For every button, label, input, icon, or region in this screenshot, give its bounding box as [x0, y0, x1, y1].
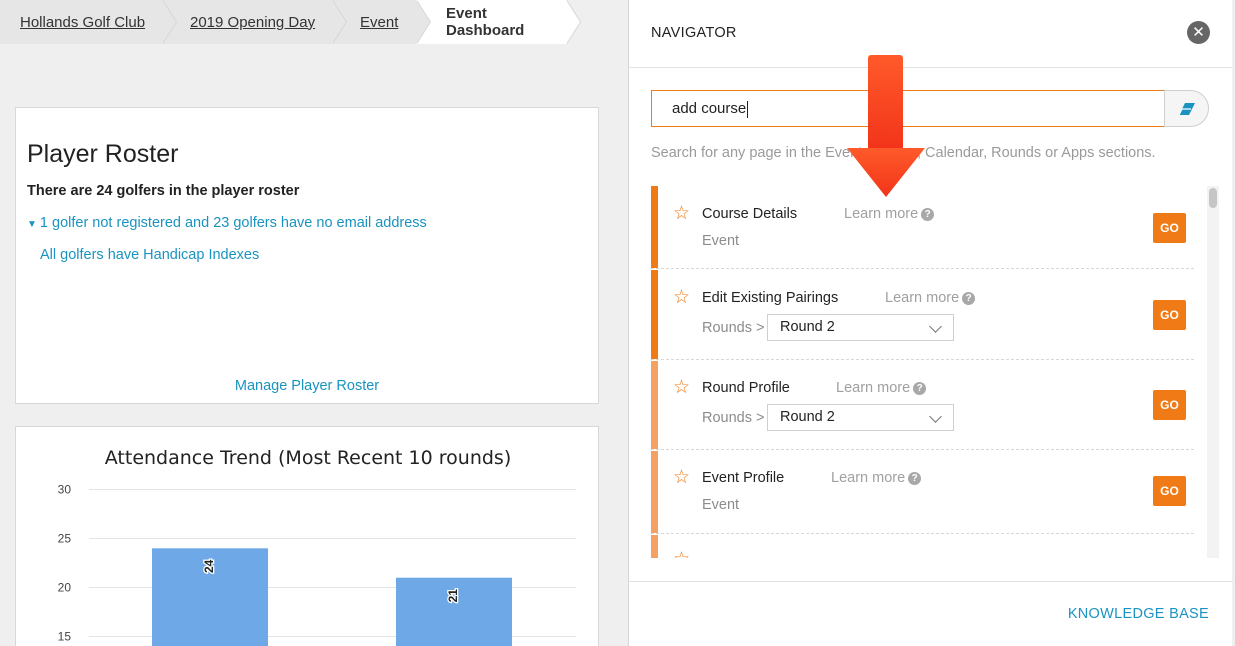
close-icon[interactable]: ✕ [1187, 21, 1210, 44]
result-title[interactable]: Round Profile [702, 380, 790, 396]
breadcrumb-current-label: Event Dashboard [446, 5, 525, 39]
breadcrumb-link-club[interactable]: Hollands Golf Club [20, 14, 145, 31]
go-button[interactable]: GO [1153, 300, 1186, 330]
y-tick-label: 25 [58, 532, 72, 546]
handicap-status-link[interactable]: All golfers have Handicap Indexes [40, 247, 259, 263]
result-title[interactable]: Edit Existing Pairings [702, 290, 838, 306]
result-section: Event [702, 233, 740, 249]
breadcrumb-item-club[interactable]: Hollands Golf Club [0, 0, 177, 44]
search-results: ☆ Course Details Learn more? Event GO ☆ … [651, 186, 1196, 558]
round-select[interactable]: Round 2 [767, 314, 954, 341]
star-icon[interactable]: ☆ [673, 204, 690, 223]
star-icon[interactable]: ☆ [673, 468, 690, 487]
chevron-down-icon [929, 410, 942, 423]
go-button[interactable]: GO [1153, 476, 1186, 506]
eraser-icon [1177, 102, 1195, 115]
manage-roster-link[interactable]: Manage Player Roster [16, 378, 598, 394]
learn-more-label: Learn more [836, 380, 911, 396]
go-button[interactable]: GO [1153, 213, 1186, 243]
breadcrumb-separator [416, 0, 430, 44]
result-partial[interactable]: ☆ [651, 535, 1194, 558]
roster-warning-toggle[interactable]: ▼ 1 golfer not registered and 23 golfers … [27, 215, 427, 231]
caret-down-icon: ▼ [27, 219, 37, 230]
result-accent-bar [651, 451, 658, 533]
result-accent-bar [651, 270, 658, 359]
learn-more-label: Learn more [885, 290, 960, 306]
round-select[interactable]: Round 2 [767, 404, 954, 431]
learn-more-label: Learn more [831, 470, 906, 486]
bar-data-label: 21 [446, 589, 460, 603]
breadcrumb-item-event-name[interactable]: 2019 Opening Day [162, 0, 347, 44]
breadcrumb-link-event[interactable]: Event [360, 14, 398, 31]
result-event-profile[interactable]: ☆ Event Profile Learn more? Event GO [651, 451, 1194, 534]
breadcrumb-separator [332, 0, 346, 44]
round-select-value: Round 2 [780, 409, 835, 425]
knowledge-base-link[interactable]: KNOWLEDGE BASE [1068, 606, 1209, 622]
breadcrumb: Hollands Golf Club 2019 Opening Day Even… [0, 0, 628, 44]
help-icon: ? [921, 208, 935, 221]
navigator-panel: NAVIGATOR ✕ add course Search for any pa… [628, 0, 1233, 646]
result-title[interactable]: Event Profile [702, 470, 784, 486]
clear-search-button[interactable] [1164, 90, 1209, 127]
star-icon[interactable]: ☆ [673, 378, 690, 397]
star-icon[interactable]: ☆ [673, 550, 690, 558]
result-section: Rounds > [702, 320, 765, 336]
round-select-value: Round 2 [780, 319, 835, 335]
learn-more-link[interactable]: Learn more? [831, 470, 922, 486]
bar-data-label: 24 [202, 559, 216, 573]
breadcrumb-current: Event Dashboard [416, 0, 581, 44]
navigator-header: NAVIGATOR ✕ [629, 0, 1232, 68]
breadcrumb-separator [566, 0, 580, 44]
navigator-footer: KNOWLEDGE BASE [629, 581, 1233, 646]
star-icon[interactable]: ☆ [673, 288, 690, 307]
result-accent-bar [651, 186, 658, 268]
roster-title: Player Roster [27, 140, 179, 168]
go-button[interactable]: GO [1153, 390, 1186, 420]
breadcrumb-separator [162, 0, 176, 44]
learn-more-link[interactable]: Learn more? [885, 290, 976, 306]
roster-warning-text[interactable]: 1 golfer not registered and 23 golfers h… [40, 215, 427, 231]
learn-more-link[interactable]: Learn more? [844, 206, 935, 222]
player-roster-card: Player Roster There are 24 golfers in th… [15, 107, 599, 404]
breadcrumb-link-event-name[interactable]: 2019 Opening Day [190, 14, 315, 31]
annotation-arrow-icon [847, 55, 925, 197]
search-input-value: add course [672, 100, 747, 117]
navigator-title: NAVIGATOR [651, 25, 737, 41]
attendance-trend-card: Attendance Trend (Most Recent 10 rounds)… [15, 426, 599, 646]
chevron-down-icon [929, 320, 942, 333]
result-accent-bar [651, 535, 658, 558]
help-icon: ? [908, 472, 922, 485]
result-edit-existing-pairings[interactable]: ☆ Edit Existing Pairings Learn more? Rou… [651, 270, 1194, 360]
attendance-chart: 15 20 25 30 24 21 [58, 483, 576, 646]
result-title[interactable]: Course Details [702, 206, 797, 222]
learn-more-label: Learn more [844, 206, 919, 222]
text-cursor [747, 100, 749, 118]
result-section: Rounds > [702, 410, 765, 426]
roster-summary: There are 24 golfers in the player roste… [27, 183, 300, 199]
learn-more-link[interactable]: Learn more? [836, 380, 927, 396]
y-tick-label: 20 [58, 581, 72, 595]
bar [396, 577, 512, 646]
result-round-profile[interactable]: ☆ Round Profile Learn more? Rounds > Rou… [651, 361, 1194, 450]
results-scrollbar[interactable] [1207, 186, 1219, 558]
help-icon: ? [913, 382, 927, 395]
help-icon: ? [962, 292, 976, 305]
scrollbar-thumb[interactable] [1209, 188, 1217, 208]
y-tick-label: 15 [58, 630, 72, 644]
result-section: Event [702, 497, 740, 513]
result-accent-bar [651, 361, 658, 449]
y-tick-label: 30 [58, 483, 72, 497]
